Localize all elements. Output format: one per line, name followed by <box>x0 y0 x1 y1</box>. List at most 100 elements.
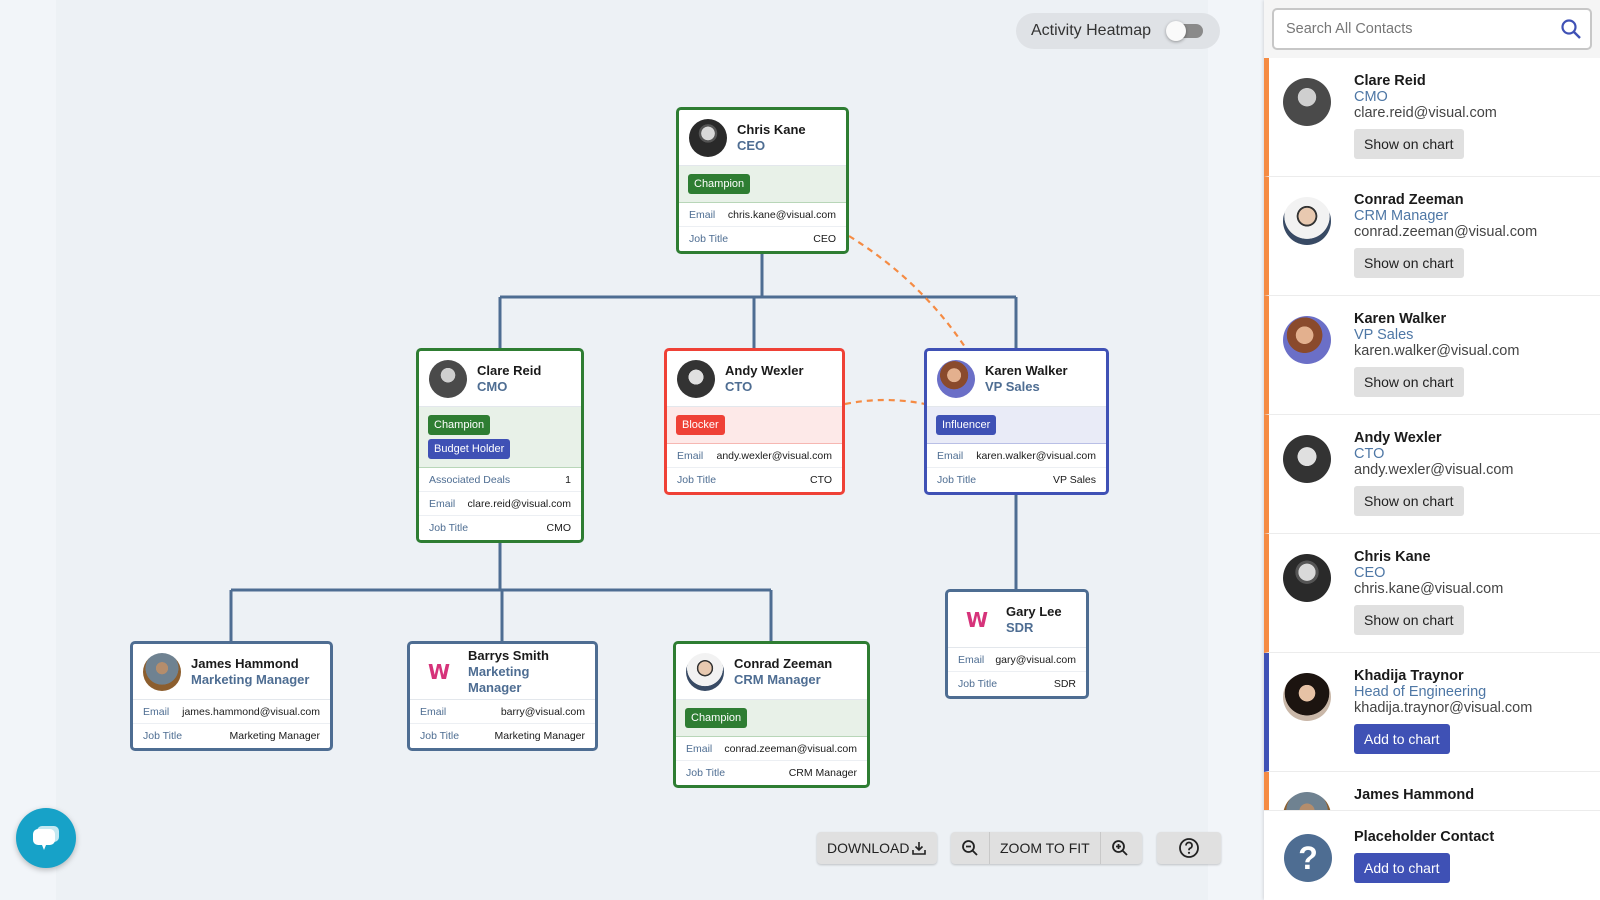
zoom-out-button[interactable] <box>951 832 989 864</box>
show-on-chart-button[interactable]: Show on chart <box>1354 367 1464 397</box>
contact-role: CMO <box>1354 89 1388 105</box>
heatmap-label: Activity Heatmap <box>1031 22 1152 39</box>
activity-heatmap-toggle[interactable]: Activity Heatmap <box>1016 13 1220 49</box>
field-email: Email clare.reid@visual.com <box>419 492 581 516</box>
contact-item: Chris Kane CEO chris.kane@visual.com Sho… <box>1264 534 1600 653</box>
add-placeholder-to-chart-button[interactable]: Add to chart <box>1354 853 1450 883</box>
org-node-barrys-smith[interactable]: W Barrys Smith Marketing Manager Email bar… <box>407 641 598 751</box>
field-email: Email conrad.zeeman@visual.com <box>676 737 867 761</box>
contact-list[interactable]: Clare Reid CMO clare.reid@visual.com Sho… <box>1264 58 1600 810</box>
contacts-sidebar: Search All Contacts Clare Reid CMO clare… <box>1264 0 1600 900</box>
download-label: DOWNLOAD <box>827 840 910 856</box>
help-icon <box>1179 838 1199 858</box>
show-on-chart-button[interactable]: Show on chart <box>1354 605 1464 635</box>
org-node-andy-wexler[interactable]: Andy Wexler CTO Blocker Email andy.wexler@… <box>664 348 845 495</box>
node-name: Karen Walker <box>985 362 1068 378</box>
chat-bubble-icon <box>33 826 59 850</box>
zoom-to-fit-button[interactable]: ZOOM TO FIT <box>989 832 1100 864</box>
field-job-title: Job Title SDR <box>958 678 1076 690</box>
node-role: Marketing Manager <box>191 671 310 687</box>
avatar <box>686 652 724 691</box>
search-placeholder: Search All Contacts <box>1286 21 1413 37</box>
node-role: Marketing Manager <box>468 663 530 695</box>
contact-email: conrad.zeeman@visual.com <box>1354 224 1538 240</box>
field-job-title: Job Title CEO <box>689 233 836 245</box>
field-email: Email barry@visual.com <box>410 700 595 724</box>
avatar <box>1283 673 1331 721</box>
avatar <box>143 652 181 691</box>
contact-item: Karen Walker VP Sales karen.walker@visua… <box>1264 296 1600 415</box>
zoom-controls: ZOOM TO FIT <box>951 832 1142 864</box>
show-on-chart-button[interactable]: Show on chart <box>1354 129 1464 159</box>
contact-item: Clare Reid CMO clare.reid@visual.com Sho… <box>1264 58 1600 177</box>
node-header: Karen Walker VP Sales <box>927 351 1106 407</box>
canvas-margin <box>1208 0 1264 900</box>
placeholder-name: Placeholder Contact <box>1354 829 1495 845</box>
search-contacts-input[interactable]: Search All Contacts <box>1272 8 1592 50</box>
field-job-title: Job Title VP Sales <box>937 474 1096 486</box>
node-role: VP Sales <box>985 378 1040 394</box>
heatmap-switch[interactable] <box>1166 21 1203 41</box>
node-role: CEO <box>737 137 766 153</box>
tag-area: Champion Budget Holder <box>419 407 581 468</box>
field-email: Email chris.kane@visual.com <box>679 203 846 227</box>
chat-launcher-button[interactable] <box>16 808 76 868</box>
help-button[interactable] <box>1157 832 1221 864</box>
contact-role: Head of Engineering <box>1354 684 1487 700</box>
contact-email: chris.kane@visual.com <box>1354 581 1504 597</box>
zoom-in-button[interactable] <box>1099 832 1139 864</box>
contact-item: James Hammond <box>1264 772 1600 810</box>
node-header: Conrad Zeeman CRM Manager <box>676 644 867 700</box>
org-node-karen-walker[interactable]: Karen Walker VP Sales Influencer Email kar… <box>924 348 1109 495</box>
show-on-chart-button[interactable]: Show on chart <box>1354 248 1464 278</box>
node-role: CMO <box>477 378 508 394</box>
node-header: Andy Wexler CTO <box>667 351 842 407</box>
contact-name: James Hammond <box>1354 787 1475 803</box>
field-job-title: Job Title CTO <box>677 474 832 486</box>
node-header: James Hammond Marketing Manager <box>133 644 330 700</box>
company-logo-icon: W <box>420 652 458 691</box>
field-job-title: Job Title CMO <box>429 522 571 534</box>
node-name: James Hammond <box>191 655 299 671</box>
node-header: W Barrys Smith Marketing Manager <box>410 644 595 700</box>
tag-area: Champion <box>676 700 867 737</box>
tag-budget-holder: Budget Holder <box>428 439 511 459</box>
contact-item: Conrad Zeeman CRM Manager conrad.zeeman@… <box>1264 177 1600 296</box>
add-to-chart-button[interactable]: Add to chart <box>1354 724 1450 754</box>
field-email: Email gary@visual.com <box>948 648 1086 672</box>
tag-area: Champion <box>679 166 846 203</box>
search-icon[interactable] <box>1560 18 1582 40</box>
show-on-chart-button[interactable]: Show on chart <box>1354 486 1464 516</box>
node-name: Gary Lee <box>1006 603 1062 619</box>
contact-email: clare.reid@visual.com <box>1354 105 1497 121</box>
org-node-chris-kane[interactable]: Chris Kane CEO Champion Email chris.kane@v… <box>676 107 849 254</box>
tag-blocker: Blocker <box>676 415 725 435</box>
download-button[interactable]: DOWNLOAD <box>817 832 937 864</box>
tag-champion: Champion <box>685 708 748 728</box>
avatar <box>429 359 467 398</box>
avatar <box>1283 316 1331 364</box>
node-role: CTO <box>725 378 753 394</box>
tag-champion: Champion <box>688 174 751 194</box>
org-node-gary-lee[interactable]: W Gary Lee SDR Email gary@visual.com Job T… <box>945 589 1089 699</box>
contact-email: khadija.traynor@visual.com <box>1354 700 1533 716</box>
field-associated-deals: Associated Deals 1 <box>419 468 581 492</box>
contact-name: Khadija Traynor <box>1354 668 1464 684</box>
switch-knob <box>1166 21 1186 41</box>
org-node-conrad-zeeman[interactable]: Conrad Zeeman CRM Manager Champion Email c… <box>673 641 870 788</box>
contact-item: Khadija Traynor Head of Engineering khad… <box>1264 653 1600 772</box>
avatar <box>1283 78 1331 126</box>
avatar <box>1283 792 1331 810</box>
zoom-out-icon <box>962 840 978 856</box>
org-node-clare-reid[interactable]: Clare Reid CMO Champion Budget Holder Ass… <box>416 348 584 543</box>
contact-name: Karen Walker <box>1354 311 1447 327</box>
node-name: Chris Kane <box>737 121 806 137</box>
field-job-title: Job Title Marketing Manager <box>143 730 320 742</box>
node-role: SDR <box>1006 619 1034 635</box>
contact-name: Chris Kane <box>1354 549 1431 565</box>
avatar <box>937 359 975 398</box>
node-name: Barrys Smith <box>468 647 549 663</box>
contact-role: CTO <box>1354 446 1385 462</box>
org-node-james-hammond[interactable]: James Hammond Marketing Manager Email jame… <box>130 641 333 751</box>
download-icon <box>912 842 926 855</box>
